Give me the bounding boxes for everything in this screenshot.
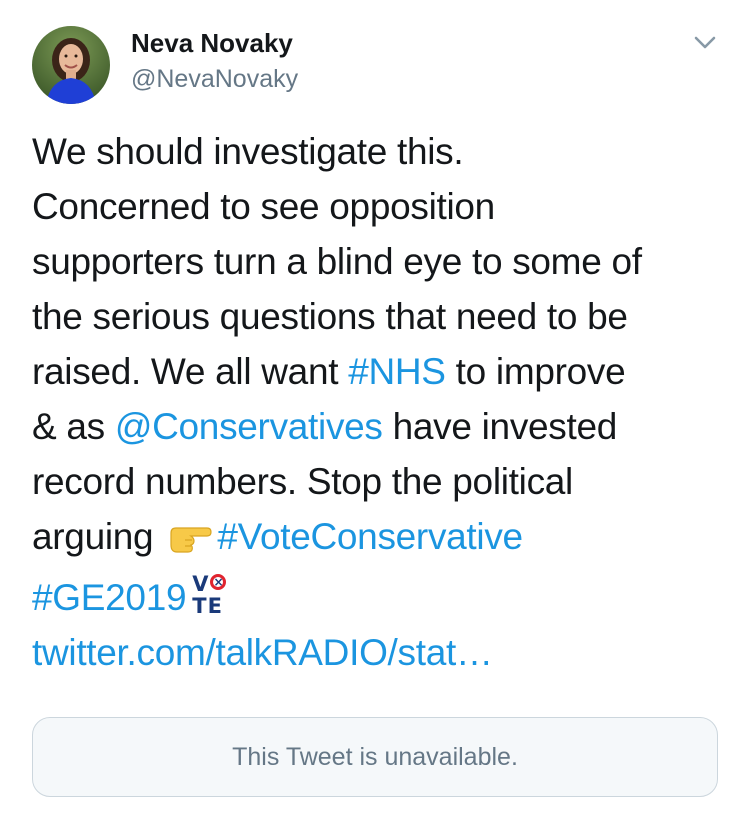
tweet: Neva Novaky @NevaNovaky We should invest… (0, 0, 750, 822)
tweet-link[interactable]: twitter.com/talkRADIO/stat… (32, 632, 493, 673)
tweet-line: We should investigate this. (32, 131, 464, 172)
tweet-text-segment: have invested (382, 406, 618, 447)
tweet-text: We should investigate this. Concerned to… (32, 124, 732, 680)
profile-photo-icon (32, 26, 110, 104)
tweet-text-segment: to improve (445, 351, 626, 392)
tweet-line: raised. We all want #NHS to improve (32, 344, 732, 399)
tweet-text-segment: raised. We all want (32, 351, 349, 392)
vote-badge-bottom: TE (192, 594, 223, 618)
vote-badge-top: V (192, 572, 210, 596)
tweet-text-segment: & as (32, 406, 115, 447)
vote-emoji-icon: VTE (192, 572, 236, 618)
hashtag-ge2019[interactable]: #GE2019 (32, 577, 187, 618)
tweet-line: record numbers. Stop the political (32, 461, 573, 502)
tweet-text-segment: arguing (32, 516, 154, 557)
tweet-line: Concerned to see opposition (32, 186, 495, 227)
tweet-line: twitter.com/talkRADIO/stat… (32, 625, 732, 680)
mention-conservatives[interactable]: @Conservatives (115, 406, 383, 447)
tweet-line: #GE2019VTE (32, 570, 732, 625)
tweet-line: & as @Conservatives have invested (32, 399, 732, 454)
hashtag-voteconservative[interactable]: #VoteConservative (217, 516, 523, 557)
tweet-line: the serious questions that need to be (32, 296, 628, 337)
tweet-line: arguing #VoteConservative (32, 509, 732, 570)
quoted-tweet-card[interactable]: This Tweet is unavailable. (32, 717, 718, 797)
chevron-down-icon[interactable] (688, 30, 722, 56)
author-display-name[interactable]: Neva Novaky (131, 28, 293, 59)
avatar[interactable] (32, 26, 110, 104)
unavailable-message: This Tweet is unavailable. (232, 742, 518, 771)
tweet-line: supporters turn a blind eye to some of (32, 241, 642, 282)
author-handle[interactable]: @NevaNovaky (131, 65, 298, 94)
hashtag-nhs[interactable]: #NHS (348, 351, 446, 392)
pointing-right-emoji-icon (167, 515, 213, 570)
